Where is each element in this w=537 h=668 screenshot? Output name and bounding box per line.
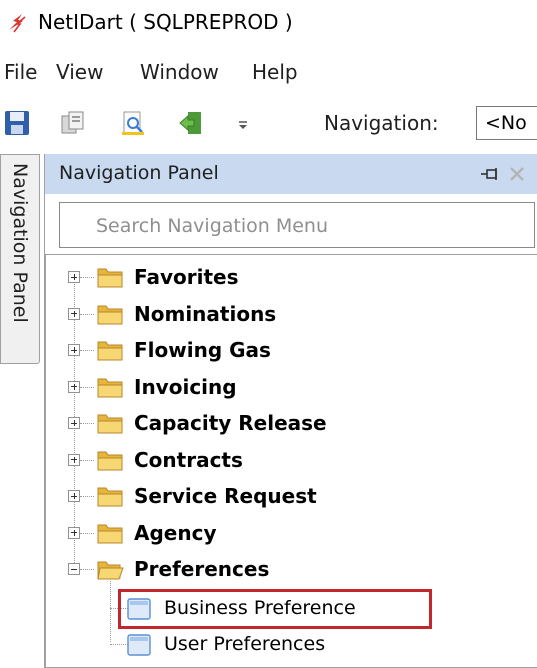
app-logo-icon [9, 14, 26, 33]
expand-icon[interactable] [68, 271, 80, 283]
tree-connector-branch [80, 386, 94, 388]
tree-node-label: Contracts [134, 447, 243, 472]
tree-node-label: Agency [134, 520, 217, 545]
menu-bar: File View Window Help [0, 52, 537, 92]
folder-icon [96, 448, 124, 472]
tree-connector-branch [80, 313, 94, 315]
collapse-icon[interactable] [68, 563, 80, 575]
tree-connector-branch [80, 277, 94, 278]
copy-icon[interactable] [60, 110, 86, 136]
search-placeholder: Search Navigation Menu [96, 215, 328, 237]
tree-connector-branch [80, 423, 94, 424]
toolbar-overflow-icon[interactable] [236, 114, 250, 132]
expand-icon[interactable] [68, 380, 80, 393]
tree-node-label: Flowing Gas [134, 338, 271, 362]
save-icon[interactable] [4, 110, 30, 136]
window-title: NetIDart ( SQLPREPROD ) [38, 10, 293, 34]
tree-node-label: Nominations [134, 301, 277, 326]
side-tab-navigation-panel[interactable]: Navigation Panel [0, 154, 40, 364]
tree-node-label: Favorites [134, 265, 239, 289]
tree-node[interactable]: Contracts [46, 448, 526, 485]
expand-icon[interactable] [68, 453, 80, 466]
expand-icon[interactable] [68, 417, 80, 429]
toolbar: Navigation: <No [0, 100, 537, 148]
tree-connector-branch [80, 350, 94, 351]
tree-node-label: Capacity Release [134, 411, 327, 435]
navigation-panel: Navigation Panel Search Navigation Menu … [44, 154, 537, 668]
folder-icon [96, 302, 124, 326]
expand-icon[interactable] [68, 307, 80, 320]
tree-connector-branch [80, 569, 94, 570]
tree-node[interactable]: Invoicing [46, 375, 526, 412]
folder-icon [96, 338, 124, 362]
exit-icon[interactable] [178, 110, 204, 136]
tree-connector-branch [80, 496, 94, 497]
pin-icon[interactable] [480, 166, 500, 182]
close-icon[interactable] [507, 164, 527, 184]
print-preview-icon[interactable] [120, 110, 146, 136]
folder-icon [96, 411, 124, 435]
menu-window[interactable]: Window [140, 60, 219, 84]
tree-node[interactable]: Nominations [46, 302, 526, 339]
navigation-combo-value: <No [485, 112, 527, 134]
folder-icon [96, 484, 124, 508]
tree-connector-branch [80, 532, 94, 534]
expand-icon[interactable] [68, 490, 80, 502]
folder-icon [96, 375, 124, 399]
panel-title: Navigation Panel [59, 162, 219, 184]
tree-leaf[interactable]: User Preferences [46, 630, 526, 667]
navigation-combo[interactable]: <No [476, 106, 537, 140]
menu-file[interactable]: File [4, 60, 37, 84]
tree-node-label: Invoicing [134, 374, 237, 399]
tree-node-label: Service Request [134, 484, 317, 508]
navigation-label: Navigation: [324, 111, 439, 135]
expand-icon[interactable] [68, 526, 80, 539]
panel-header: Navigation Panel [45, 154, 537, 194]
expand-icon[interactable] [68, 344, 80, 356]
navigation-tree: Favorites Nominations Flowing Gas Invoicing… [45, 254, 537, 668]
side-tab-label: Navigation Panel [9, 163, 31, 323]
title-bar: NetIDart ( SQLPREPROD ) [0, 0, 537, 46]
tree-node[interactable]: Favorites [46, 265, 526, 302]
tree-node[interactable]: Capacity Release [46, 411, 526, 448]
page-icon [126, 633, 152, 657]
tree-leaf-label: User Preferences [164, 633, 326, 655]
tree-connector-branch [80, 459, 94, 461]
search-input[interactable]: Search Navigation Menu [59, 202, 535, 248]
tree-node[interactable]: Agency [46, 521, 526, 558]
tree-node[interactable]: Flowing Gas [46, 338, 526, 375]
tree-node-label: Preferences [134, 557, 270, 581]
folder-open-icon [96, 557, 124, 581]
folder-icon [96, 265, 124, 289]
menu-view[interactable]: View [56, 60, 103, 84]
highlight-box [118, 588, 432, 629]
menu-help[interactable]: Help [252, 60, 298, 84]
tree-node[interactable]: Service Request [46, 484, 526, 521]
folder-icon [96, 521, 124, 545]
